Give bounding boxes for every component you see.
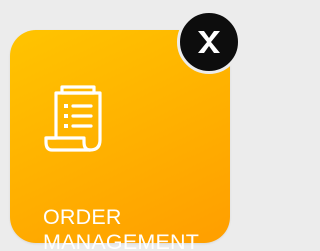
app-tile-stage: ORDER MANAGEMENT bbox=[0, 0, 249, 251]
close-icon bbox=[198, 31, 220, 53]
order-document-icon bbox=[44, 85, 102, 152]
close-button[interactable] bbox=[177, 10, 241, 74]
tile-label-line1: ORDER bbox=[43, 205, 122, 229]
tile-label-line2: MANAGEMENT bbox=[43, 230, 200, 251]
tile-label: ORDER MANAGEMENT bbox=[43, 205, 199, 251]
